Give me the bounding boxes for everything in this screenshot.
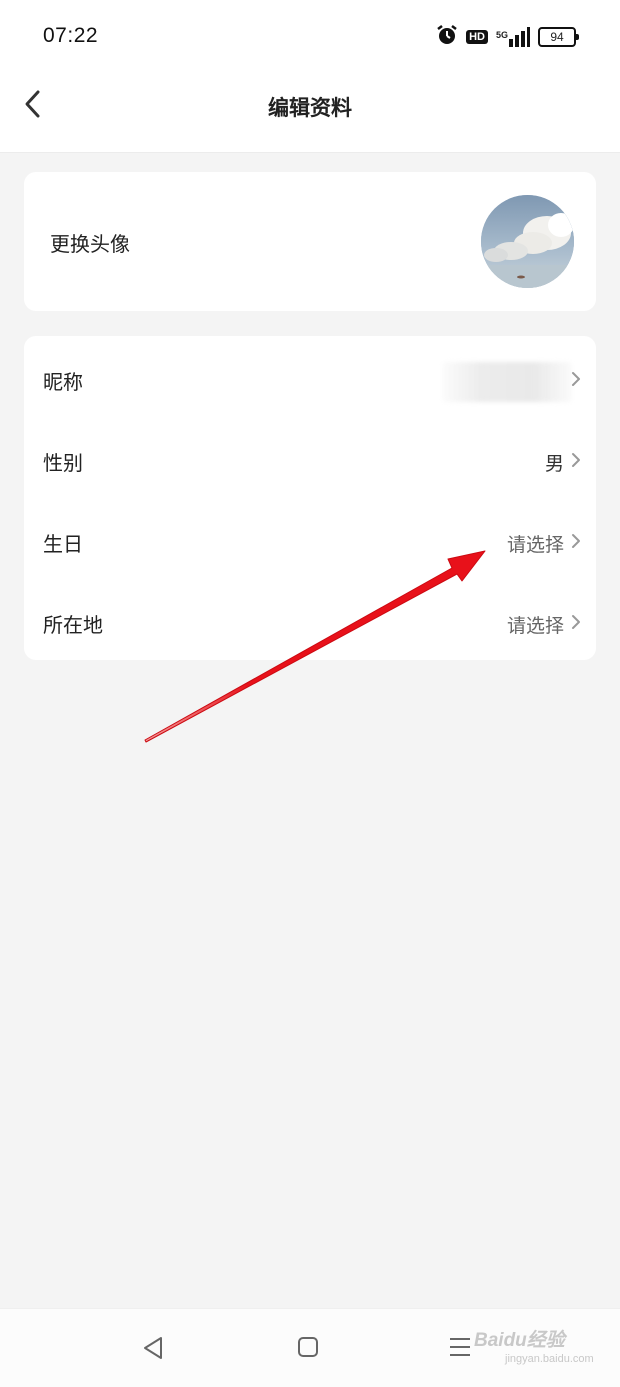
field-label: 所在地 (43, 613, 103, 637)
profile-fields-card: 昵称 性别 男 生日 请选择 所在地 请选择 (24, 336, 596, 660)
nickname-value-blurred (442, 362, 572, 402)
alarm-icon (436, 24, 458, 50)
field-label: 生日 (43, 532, 83, 556)
field-row-gender[interactable]: 性别 男 (24, 419, 596, 500)
battery-level: 94 (550, 30, 564, 44)
field-row-location[interactable]: 所在地 请选择 (24, 581, 596, 662)
field-value: 请选择 (506, 615, 564, 637)
chevron-right-icon (572, 534, 580, 548)
page-title: 编辑资料 (268, 96, 352, 120)
back-triangle-icon[interactable] (140, 1335, 166, 1361)
battery-icon: 94 (538, 27, 579, 47)
signal-icon: 5G (496, 27, 530, 47)
home-square-icon[interactable] (296, 1335, 320, 1359)
chevron-right-icon (572, 453, 580, 467)
avatar[interactable] (481, 195, 574, 288)
field-label: 性别 (43, 451, 83, 475)
network-label: 5G (495, 30, 508, 40)
status-bar: 07:22 HD 5G 94 (0, 0, 620, 75)
field-label: 昵称 (43, 370, 83, 394)
field-value: 请选择 (506, 534, 564, 556)
field-row-nickname[interactable]: 昵称 (24, 338, 596, 419)
system-nav-bar: Baidu经验 jingyan.baidu.com (0, 1308, 620, 1387)
menu-lines-icon[interactable] (448, 1335, 472, 1359)
watermark-url: jingyan.baidu.com (505, 1353, 594, 1365)
field-value: 男 (544, 453, 564, 475)
chevron-right-icon (572, 615, 580, 629)
change-avatar-label: 更换头像 (50, 232, 130, 256)
status-icons: HD 5G 94 (436, 24, 579, 50)
chevron-right-icon (572, 372, 580, 386)
hd-icon: HD (466, 30, 488, 44)
field-row-birthday[interactable]: 生日 请选择 (24, 500, 596, 581)
header: 编辑资料 (0, 75, 620, 153)
watermark-brand: Baidu经验 (474, 1330, 565, 1351)
status-time: 07:22 (43, 24, 99, 47)
change-avatar-row[interactable]: 更换头像 (24, 172, 596, 311)
